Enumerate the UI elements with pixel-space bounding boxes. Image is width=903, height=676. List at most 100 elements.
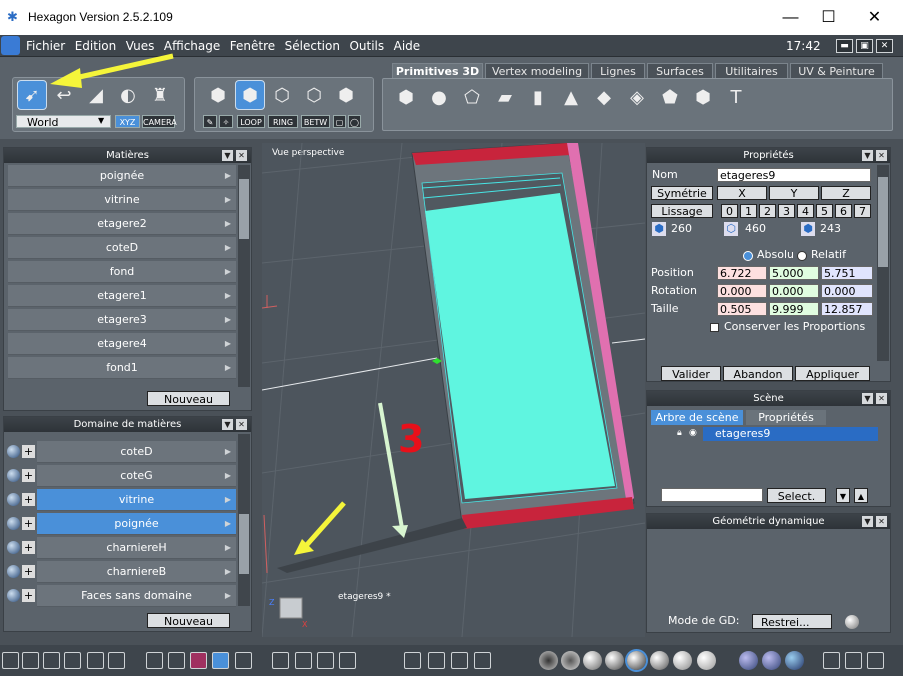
eye-icon[interactable]: ◉ [689, 428, 697, 438]
validate-button[interactable]: Valider [661, 366, 721, 381]
ring-button[interactable]: RING [268, 115, 298, 128]
panel-close-icon[interactable]: ✕ [236, 419, 247, 430]
cone-primitive-icon[interactable]: ▲ [556, 82, 586, 112]
panel-close-icon[interactable]: ✕ [236, 150, 247, 161]
app-minimize-icon[interactable]: ▬ [836, 39, 853, 53]
domain-list-item[interactable]: vitrine ▶ [37, 489, 236, 511]
grid-toggle-icon[interactable] [146, 652, 163, 669]
expand-arrow-icon[interactable]: ▶ [225, 561, 231, 583]
panel-menu-icon[interactable]: ▼ [222, 419, 233, 430]
materials-new-button[interactable]: Nouveau [147, 391, 230, 406]
vertex-mode-icon[interactable]: ⬡ [299, 80, 329, 110]
panel-menu-icon[interactable]: ▼ [862, 516, 873, 527]
rotation-x-field[interactable]: 0.000 [717, 284, 767, 298]
expand-arrow-icon[interactable]: ▶ [225, 585, 231, 607]
rect-select-icon[interactable]: ▢ [333, 115, 346, 128]
menu-fenetre[interactable]: Fenêtre [227, 35, 278, 57]
light-view-icon[interactable] [845, 652, 862, 669]
expand-arrow-icon[interactable]: ▶ [225, 165, 231, 187]
rotation-z-field[interactable]: 0.000 [821, 284, 873, 298]
flat-sphere-icon[interactable] [583, 651, 602, 670]
material-list-item[interactable]: vitrine ▶ [8, 189, 236, 211]
magic-select-icon[interactable]: ✧ [219, 115, 233, 128]
cylinder-primitive-icon[interactable]: ▮ [523, 82, 553, 112]
color-grid-icon[interactable] [190, 652, 207, 669]
view-eye-icon[interactable] [339, 652, 356, 669]
light-sphere-icon[interactable] [697, 651, 716, 670]
menu-aide[interactable]: Aide [391, 35, 424, 57]
select-button[interactable]: Select. [767, 488, 826, 503]
scene-search-input[interactable] [661, 488, 763, 502]
transform-icon[interactable] [428, 652, 445, 669]
expand-arrow-icon[interactable]: ▶ [225, 189, 231, 211]
domain-list-item[interactable]: poignée ▶ [37, 513, 236, 535]
domain-list-item[interactable]: charniereB ▶ [37, 561, 236, 583]
expand-arrow-icon[interactable]: ▶ [225, 465, 231, 487]
panel-close-icon[interactable]: ✕ [876, 393, 887, 404]
add-domain-icon[interactable]: + [22, 445, 35, 458]
domain-list-item[interactable]: coteD ▶ [37, 441, 236, 463]
axis-y-button[interactable]: Y [769, 186, 819, 200]
maximize-button[interactable]: ☐ [806, 0, 851, 35]
domain-list-item[interactable]: charniereH ▶ [37, 537, 236, 559]
size-z-field[interactable]: 12.857 [821, 302, 873, 316]
expand-arrow-icon[interactable]: ▶ [225, 489, 231, 511]
close-button[interactable]: ✕ [852, 0, 897, 35]
material-list-item[interactable]: fond1 ▶ [8, 357, 236, 379]
octahedron-primitive-icon[interactable]: ◈ [622, 82, 652, 112]
absolute-radio[interactable] [743, 251, 753, 261]
betw-button[interactable]: BETW [301, 115, 330, 128]
menu-selection[interactable]: Sélection [282, 35, 343, 57]
position-y-field[interactable]: 5.000 [769, 266, 819, 280]
space-select[interactable]: World [16, 115, 111, 129]
smoothing-level-button[interactable]: 2 [759, 204, 776, 218]
panel-menu-icon[interactable]: ▼ [862, 393, 873, 404]
expand-arrow-icon[interactable]: ▶ [225, 441, 231, 463]
layout-grid-icon[interactable] [22, 652, 39, 669]
scene-tree-item[interactable]: etageres9 [703, 427, 878, 441]
smoothing-level-button[interactable]: 6 [835, 204, 852, 218]
relative-radio[interactable] [797, 251, 807, 261]
layout-cols-icon[interactable] [64, 652, 81, 669]
add-domain-icon[interactable]: + [22, 493, 35, 506]
plane-primitive-icon[interactable]: ⬠ [457, 82, 487, 112]
axis-z-button[interactable]: Z [821, 186, 871, 200]
material-sphere-icon[interactable] [739, 651, 758, 670]
symmetry-button[interactable]: Symétrie [651, 186, 713, 200]
expand-arrow-icon[interactable]: ▶ [225, 285, 231, 307]
brush-icon[interactable]: ✎ [203, 115, 217, 128]
smoothing-level-button[interactable]: 7 [854, 204, 871, 218]
cube-view-icon[interactable] [823, 652, 840, 669]
position-x-field[interactable]: 6.722 [717, 266, 767, 280]
tab-primitives-3d[interactable]: Primitives 3D [392, 63, 483, 78]
tab-lignes[interactable]: Lignes [591, 63, 645, 78]
add-domain-icon[interactable]: + [22, 565, 35, 578]
chevron-down-icon[interactable]: ▼ [98, 116, 104, 125]
smoothing-level-button[interactable]: 5 [816, 204, 833, 218]
material-list-item[interactable]: poignée ▶ [8, 165, 236, 187]
material-list-item[interactable]: etagere2 ▶ [8, 213, 236, 235]
panel-menu-icon[interactable]: ▼ [862, 150, 873, 161]
text-primitive-icon[interactable]: T [721, 82, 751, 112]
app-restore-icon[interactable]: ▣ [856, 39, 873, 53]
object-mode-icon[interactable]: ⬢ [203, 80, 233, 110]
scale-icon[interactable] [451, 652, 468, 669]
properties-scrollbar[interactable] [877, 165, 889, 361]
tab-surfaces[interactable]: Surfaces [647, 63, 713, 78]
layout-split-icon[interactable] [43, 652, 60, 669]
abandon-button[interactable]: Abandon [723, 366, 793, 381]
axis-gizmo-icon[interactable] [404, 652, 421, 669]
expand-arrow-icon[interactable]: ▶ [225, 537, 231, 559]
menu-outils[interactable]: Outils [346, 35, 387, 57]
tab-uv-peinture[interactable]: UV & Peinture [790, 63, 883, 78]
xyz-button[interactable]: XYZ [115, 115, 140, 128]
icosahedron-primitive-icon[interactable]: ⬢ [688, 82, 718, 112]
grid-active-icon[interactable] [212, 652, 229, 669]
tab-vertex-modeling[interactable]: Vertex modeling [485, 63, 589, 78]
smoothing-level-button[interactable]: 4 [797, 204, 814, 218]
size-y-field[interactable]: 9.999 [769, 302, 819, 316]
layout-quad-icon[interactable] [2, 652, 19, 669]
expand-arrow-icon[interactable]: ▶ [225, 237, 231, 259]
domain-new-button[interactable]: Nouveau [147, 613, 230, 628]
cube-primitive-icon[interactable]: ⬢ [391, 82, 421, 112]
